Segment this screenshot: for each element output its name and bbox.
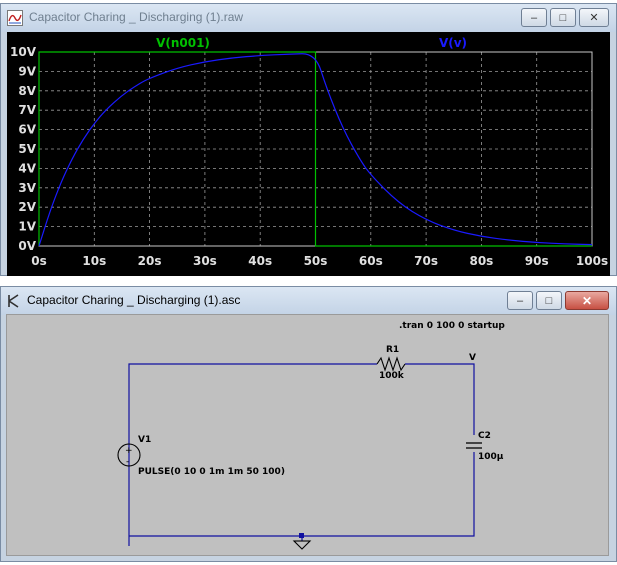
maximize-icon: □ <box>559 11 567 24</box>
schematic-canvas[interactable]: + - .tran 0 100 0 startup R1 100k V C2 1… <box>6 314 609 556</box>
waveform-app-icon <box>7 10 23 26</box>
waveform-titlebar[interactable]: Capacitor Charing _ Discharging (1).raw … <box>1 4 616 32</box>
y-tick-label: 1V <box>18 220 36 234</box>
top-right-wire[interactable] <box>405 363 475 435</box>
y-tick-label: 6V <box>18 123 36 137</box>
y-tick-label: 10V <box>10 45 37 59</box>
x-tick-label: 70s <box>414 254 438 268</box>
bottom-right-wire[interactable] <box>129 452 475 537</box>
legend-label-v-n001: V(n001) <box>156 36 210 50</box>
minimize-button[interactable]: – <box>521 8 547 27</box>
v1-name[interactable]: V1 <box>138 435 151 445</box>
x-tick-label: 80s <box>469 254 493 268</box>
y-tick-label: 0V <box>18 239 36 253</box>
x-tick-label: 50s <box>304 254 328 268</box>
waveform-window: Capacitor Charing _ Discharging (1).raw … <box>0 3 617 276</box>
v1-value[interactable]: PULSE(0 10 0 1m 1m 50 100) <box>138 467 285 477</box>
legend-label-v-v: V(v) <box>439 36 467 50</box>
r1-name[interactable]: R1 <box>386 345 399 355</box>
waveform-window-title: Capacitor Charing _ Discharging (1).raw <box>29 10 244 24</box>
schematic-window-title: Capacitor Charing _ Discharging (1).asc <box>27 293 241 307</box>
schematic-titlebar[interactable]: Capacitor Charing _ Discharging (1).asc … <box>1 287 616 315</box>
x-tick-label: 60s <box>359 254 383 268</box>
minimize-icon: – <box>516 294 524 307</box>
maximize-button[interactable]: □ <box>536 291 562 310</box>
r1-value[interactable]: 100k <box>379 371 405 381</box>
y-tick-label: 2V <box>18 200 36 214</box>
maximize-icon: □ <box>545 294 553 307</box>
c2-value[interactable]: 100µ <box>478 452 504 462</box>
x-tick-label: 30s <box>193 254 217 268</box>
schematic-drawing: + - .tran 0 100 0 startup R1 100k V C2 1… <box>117 321 505 550</box>
y-tick-label: 5V <box>18 142 36 156</box>
ground-icon[interactable] <box>292 540 312 550</box>
waveform-plot-area[interactable]: 0s 10s 20s 30s 40s 50s 60s 70s 80s 90s 100s 0V 1V 2V 3… <box>7 32 610 276</box>
top-left-wire[interactable] <box>128 363 377 546</box>
y-tick-label: 9V <box>18 64 36 78</box>
close-icon: ✕ <box>581 293 593 308</box>
x-tick-label: 100s <box>576 254 608 268</box>
minimize-icon: – <box>530 11 538 24</box>
ground-node-marker <box>299 533 304 538</box>
x-tick-label: 90s <box>525 254 549 268</box>
y-tick-label: 8V <box>18 84 36 98</box>
close-button[interactable]: ✕ <box>579 8 609 27</box>
c2-name[interactable]: C2 <box>478 431 491 441</box>
x-tick-label: 10s <box>82 254 106 268</box>
y-tick-label: 3V <box>18 181 36 195</box>
y-tick-label: 4V <box>18 161 36 175</box>
y-tick-label: 7V <box>18 103 36 117</box>
maximize-button[interactable]: □ <box>550 8 576 27</box>
x-tick-label: 20s <box>138 254 162 268</box>
x-tick-label: 40s <box>248 254 272 268</box>
resistor-r1[interactable] <box>376 356 406 372</box>
x-tick-label: 0s <box>31 254 47 268</box>
source-minus-icon: - <box>126 457 129 467</box>
source-plus-icon: + <box>125 446 133 456</box>
minimize-button[interactable]: – <box>507 291 533 310</box>
node-label-v[interactable]: V <box>469 353 476 363</box>
schematic-app-icon <box>8 294 19 308</box>
close-button[interactable]: ✕ <box>565 291 609 310</box>
close-icon: ✕ <box>589 12 599 24</box>
waveform-chart: 0s 10s 20s 30s 40s 50s 60s 70s 80s 90s 100s 0V 1V 2V 3… <box>10 36 608 268</box>
simulation-directive[interactable]: .tran 0 100 0 startup <box>399 321 505 331</box>
